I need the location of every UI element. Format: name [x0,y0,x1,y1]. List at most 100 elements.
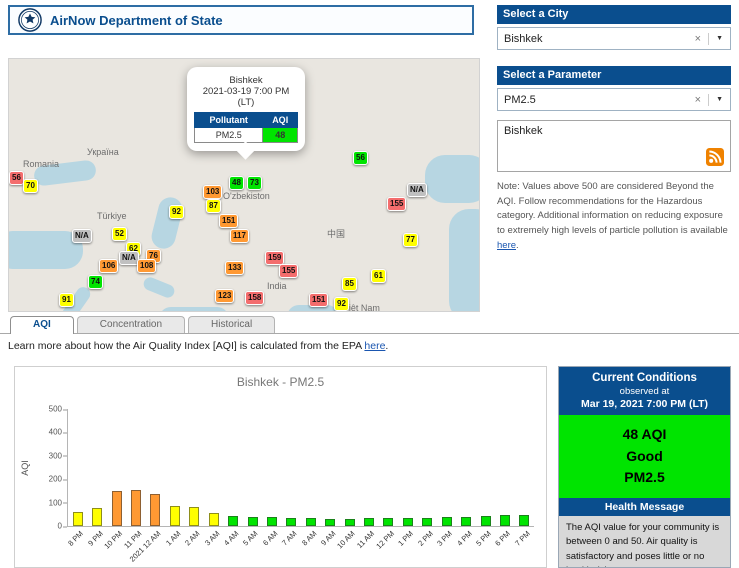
aqi-marker[interactable]: 151 [219,214,238,228]
aqi-marker[interactable]: 117 [230,229,249,243]
chart-x-tick-label: 9 PM [86,529,105,548]
aqi-marker[interactable]: 77 [403,233,418,247]
water-sea-of-japan [425,155,480,203]
chart-bar-slot: 3 PM [437,409,456,526]
chart-bar [189,507,199,526]
health-message-title: Health Message [559,498,730,516]
aqi-marker[interactable]: 56 [9,171,24,185]
map-region-label: India [267,281,287,291]
map-region-label: 中国 [327,227,345,240]
chart-y-tick-label: 0 [32,522,62,531]
aqi-marker[interactable]: 159 [265,251,284,265]
aqi-marker[interactable]: 92 [169,205,184,219]
chart-y-tick-label: 100 [32,498,62,507]
popup-city: Bishkek [194,75,298,86]
aqi-marker[interactable]: 151 [309,293,328,307]
aqi-marker[interactable]: 52 [112,227,127,241]
chart-x-tick-label: 10 AM [336,529,357,550]
aqi-marker[interactable]: 108 [137,259,156,273]
chart-x-tick-label: 6 PM [494,529,513,548]
chart-bar-slot: 1 AM [165,409,184,526]
rss-icon[interactable] [706,148,724,166]
current-aqi-value: 48 AQI [559,424,730,446]
current-aqi-parameter: PM2.5 [559,467,730,489]
map-region-label: Україна [87,147,119,157]
note-text: Note: Values above 500 are considered Be… [497,181,728,236]
parameter-caret-icon[interactable]: ▼ [709,96,730,103]
chart-bar [209,513,219,526]
chart-bar [481,516,491,526]
aqi-marker[interactable]: 123 [215,289,234,303]
aqi-marker[interactable]: 61 [371,269,386,283]
city-clear-icon[interactable]: × [688,33,709,45]
chart-y-tick-label: 300 [32,451,62,460]
aqi-marker[interactable]: 85 [342,277,357,291]
chart-y-tick-label: 400 [32,428,62,437]
app-header: AirNow Department of State [8,5,474,35]
parameter-select[interactable]: PM2.5 × ▼ [497,88,731,111]
water-pacific [449,209,480,312]
aqi-marker[interactable]: N/A [72,229,92,243]
aqi-marker[interactable]: 133 [225,261,244,275]
popup-table: Pollutant AQI PM2.5 48 [194,112,298,143]
popup-pollutant-value: PM2.5 [195,128,263,143]
chart-x-tick-label: 4 PM [455,529,474,548]
current-aqi-panel: 48 AQI Good PM2.5 [559,415,730,498]
city-caret-icon[interactable]: ▼ [709,35,730,42]
aqi-marker[interactable]: 74 [88,275,103,289]
aqi-marker[interactable]: 91 [59,293,74,307]
aqi-marker[interactable]: 73 [247,176,262,190]
aqi-marker[interactable]: N/A [119,251,139,265]
popup-aqi-value: 48 [263,128,298,143]
aqi-marker[interactable]: N/A [407,183,427,197]
chart-bar-slot: 9 AM [320,409,339,526]
chart-bar [422,518,432,526]
chart-bar [131,490,141,526]
map-region-label: Romania [23,159,59,169]
aqi-marker[interactable]: 92 [334,297,349,311]
chart-x-tick-label: 6 AM [261,529,279,547]
aqi-marker[interactable]: 70 [23,179,38,193]
aqi-marker[interactable]: 158 [245,291,264,305]
aqi-marker[interactable]: 155 [387,197,406,211]
chart-bar-slot: 11 PM [126,409,145,526]
current-conditions-title: Current Conditions [563,372,726,384]
chart-bar-slot: 10 AM [340,409,359,526]
chart-title: Bishkek - PM2.5 [15,375,546,389]
popup-datetime: 2021-03-19 7:00 PM [194,86,298,97]
learn-more-here-link[interactable]: here [364,340,385,352]
observed-at-label: observed at [563,386,726,397]
aqi-marker[interactable]: 155 [279,264,298,278]
chart-bar [519,515,529,526]
aqi-marker[interactable]: 87 [206,199,221,213]
chart-x-tick-label: 3 PM [435,529,454,548]
aqi-marker[interactable]: 106 [99,259,118,273]
map-region-label: O'zbekiston [223,191,270,201]
chart-bars: 8 PM9 PM10 PM11 PM2021 12 AM1 AM2 AM3 AM… [68,409,534,526]
note-here-link[interactable]: here [497,240,516,251]
tab-historical[interactable]: Historical [188,316,275,333]
water-persian-gulf [142,275,177,299]
chart-bar [228,516,238,526]
aqi-marker[interactable]: 103 [203,185,222,199]
aqi-marker[interactable]: 48 [229,176,244,190]
chart-bar [306,518,316,526]
chart-x-tick-label: 1 PM [396,529,415,548]
chart-x-tick-label: 5 PM [474,529,493,548]
aqi-marker[interactable]: 56 [353,151,368,165]
aqi-chart-card: Bishkek - PM2.5 AQI 0100200300400500 8 P… [14,366,547,568]
parameter-clear-icon[interactable]: × [688,94,709,106]
current-conditions-card: Current Conditions observed at Mar 19, 2… [558,366,731,568]
aqi-map[interactable]: УкраїнаRomaniaTürkiyeO'zbekiston中国IndiaV… [8,58,480,312]
chart-bar [150,494,160,526]
tab-aqi[interactable]: AQI [10,316,74,334]
view-tabs: AQI Concentration Historical [0,316,739,334]
chart-bar-slot: 3 AM [204,409,223,526]
rss-city-label: Bishkek [504,125,543,137]
chart-bar [383,518,393,526]
city-select[interactable]: Bishkek × ▼ [497,27,731,50]
chart-bar [248,517,258,526]
chart-bar-slot: 1 PM [398,409,417,526]
tab-concentration[interactable]: Concentration [77,316,185,333]
chart-bar [345,519,355,526]
